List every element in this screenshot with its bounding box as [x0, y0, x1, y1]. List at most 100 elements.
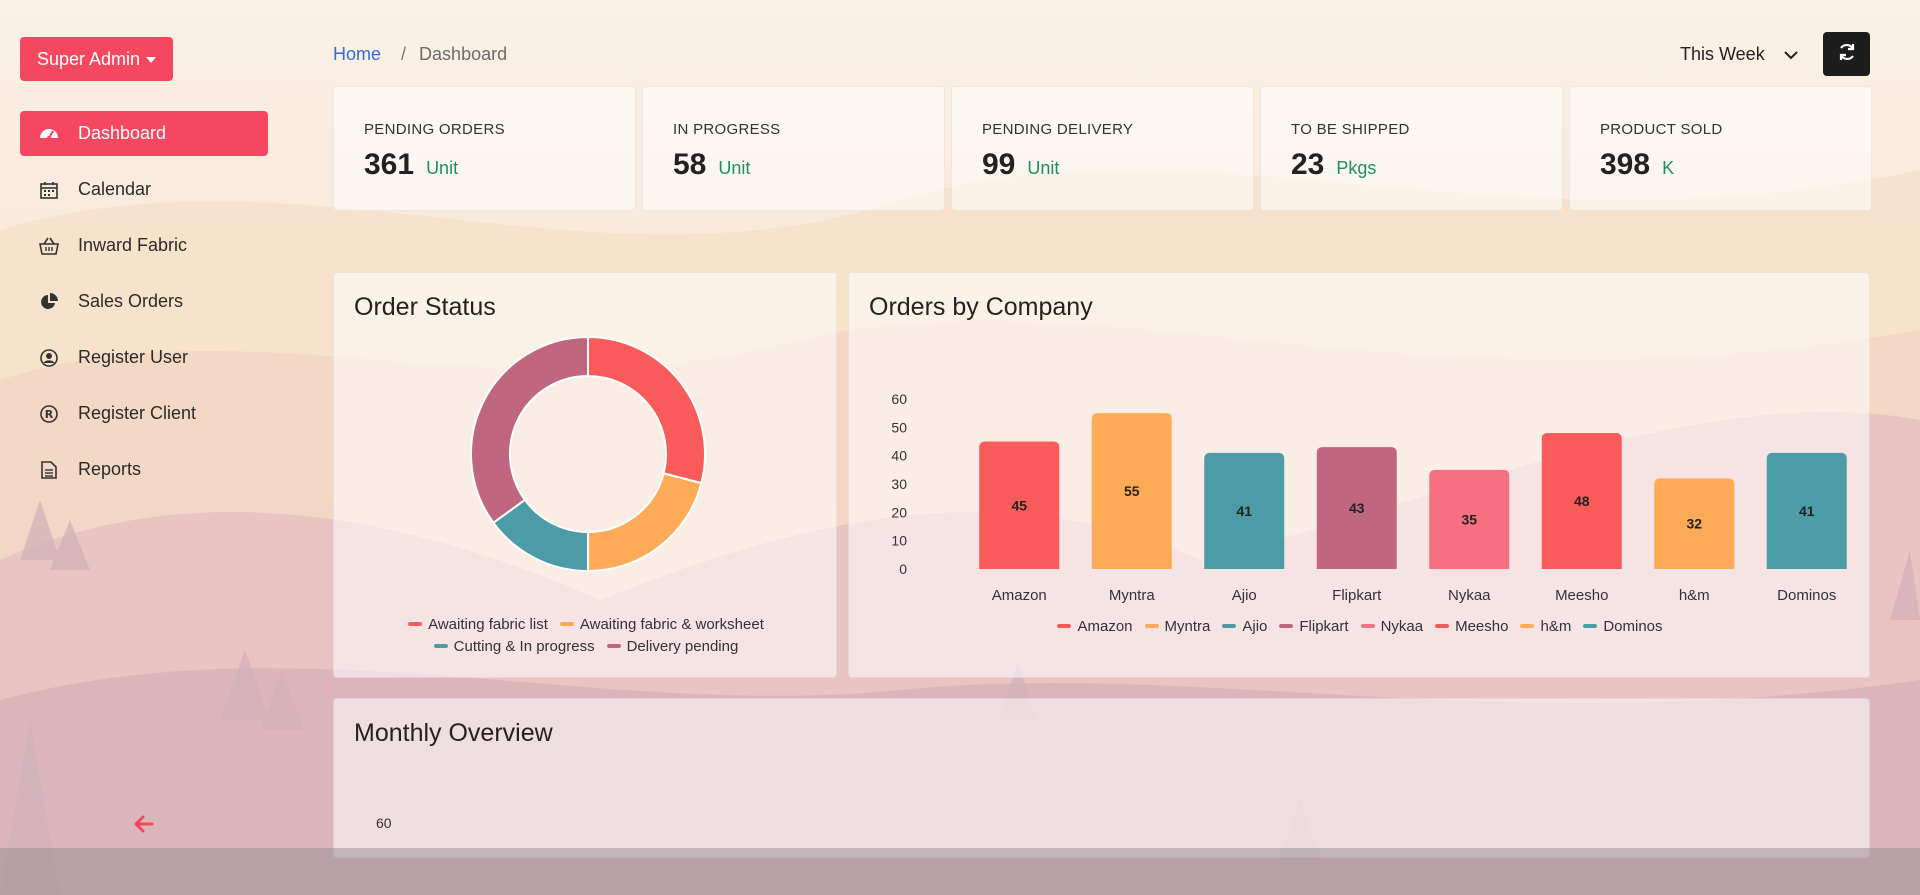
stat-unit: Unit [1027, 158, 1060, 178]
user-menu-button[interactable]: Super Admin [20, 37, 173, 81]
legend-swatch [1583, 624, 1598, 628]
sidebar-item-dashboard[interactable]: Dashboard [20, 111, 268, 156]
arrow-left-icon[interactable] [134, 814, 154, 834]
caret-down-icon [146, 57, 157, 63]
legend-item[interactable]: Cutting & In progress [433, 635, 595, 657]
legend-swatch [559, 622, 574, 626]
stat-unit: Unit [718, 158, 751, 178]
breadcrumb-separator: / [401, 44, 407, 64]
x-tick-label: Myntra [1109, 587, 1156, 604]
legend-item[interactable]: Delivery pending [606, 635, 739, 657]
stat-label: TO BE SHIPPED [1291, 121, 1410, 138]
legend-item[interactable]: Awaiting fabric list [408, 613, 548, 635]
legend-label: Amazon [1077, 617, 1133, 635]
legend-swatch [1222, 624, 1237, 628]
sidebar-item-label: Sales Orders [78, 291, 184, 311]
x-tick-label: Amazon [992, 587, 1047, 604]
calendar-icon [38, 179, 60, 201]
y-tick-label: 10 [891, 533, 907, 549]
legend-label: Cutting & In progress [453, 637, 595, 655]
x-tick-label: Dominos [1777, 587, 1836, 604]
legend-label: Dominos [1603, 617, 1663, 635]
bottom-band [0, 848, 1920, 895]
sidebar: Super Admin Dashboard Calendar Inward Fa… [0, 0, 290, 848]
sidebar-item-label: Register Client [78, 403, 197, 423]
sidebar-item-sales-orders[interactable]: Sales Orders [20, 279, 268, 324]
sidebar-item-register-client[interactable]: R Register Client [20, 391, 268, 436]
y-tick-label: 0 [899, 561, 907, 577]
legend-label: Meesho [1455, 617, 1509, 635]
orders-by-company-legend: Amazon Myntra Ajio Flipkart Nykaa Meesho h&m Do… [949, 615, 1771, 637]
bar-data-label: 32 [1686, 516, 1702, 532]
bar-data-label: 41 [1236, 503, 1252, 519]
sidebar-item-calendar[interactable]: Calendar [20, 167, 268, 212]
sidebar-item-reports[interactable]: Reports [20, 447, 268, 492]
sidebar-item-label: Reports [78, 459, 142, 479]
legend-swatch [408, 622, 423, 626]
donut-slice[interactable] [587, 472, 703, 573]
y-tick-label: 40 [891, 448, 907, 464]
stat-card-in-progress: IN PROGRESS 58 Unit [642, 86, 945, 211]
y-tick-label: 30 [891, 476, 907, 492]
x-tick-label: Meesho [1555, 587, 1608, 604]
breadcrumb-home-link[interactable]: Home [333, 44, 381, 65]
sidebar-item-label: Inward Fabric [78, 235, 188, 255]
legend-item[interactable]: h&m [1520, 615, 1571, 637]
orders-by-company-panel: Orders by Company 0 10 20 30 40 50 60 45 Amazon 5… [848, 272, 1870, 678]
legend-label: Delivery pending [626, 637, 739, 655]
legend-label: Awaiting fabric list [428, 615, 548, 633]
donut-slice[interactable] [470, 335, 589, 525]
donut-slice[interactable] [587, 335, 706, 485]
y-tick-label: 60 [891, 391, 907, 407]
refresh-icon [1838, 43, 1856, 66]
stat-unit: Unit [426, 158, 459, 178]
bar-data-label: 41 [1799, 503, 1815, 519]
legend-swatch [1520, 624, 1535, 628]
dashboard-icon [38, 123, 60, 145]
file-icon [38, 459, 60, 481]
y-tick-label: 50 [891, 419, 907, 435]
y-tick-label: 60 [376, 815, 392, 831]
stat-unit: Pkgs [1336, 158, 1377, 178]
stat-value: 361 [364, 148, 415, 181]
x-tick-label: h&m [1679, 587, 1710, 604]
monthly-overview-panel: Monthly Overview 60 [333, 698, 1870, 858]
sidebar-nav: Dashboard Calendar Inward Fabric Sales O… [20, 111, 268, 503]
orders-by-company-bar-chart: 0 10 20 30 40 50 60 45 Amazon 55 Myntra 41 Ajio 43 Fli… [891, 391, 1847, 604]
order-status-donut-chart [470, 335, 706, 573]
refresh-button[interactable] [1823, 32, 1870, 76]
stat-value: 23 [1291, 148, 1325, 181]
stat-label: IN PROGRESS [673, 121, 781, 138]
x-tick-label: Ajio [1232, 587, 1257, 604]
chevron-down-icon [1784, 44, 1798, 65]
legend-item[interactable]: Amazon [1057, 615, 1133, 637]
legend-label: Nykaa [1380, 617, 1424, 635]
legend-item[interactable]: Dominos [1583, 615, 1663, 637]
sidebar-item-register-user[interactable]: Register User [20, 335, 268, 380]
x-tick-label: Nykaa [1448, 587, 1491, 604]
stat-card-pending-delivery: PENDING DELIVERY 99 Unit [951, 86, 1254, 211]
legend-item[interactable]: Awaiting fabric & worksheet [559, 613, 764, 635]
stat-cards: PENDING ORDERS 361 Unit IN PROGRESS 58 Uni… [333, 86, 1872, 211]
legend-item[interactable]: Myntra [1144, 615, 1210, 637]
legend-item[interactable]: Nykaa [1360, 615, 1424, 637]
bar-data-label: 48 [1574, 493, 1590, 509]
period-select[interactable]: This Week [1670, 32, 1810, 76]
legend-swatch [606, 644, 621, 648]
legend-item[interactable]: Flipkart [1279, 615, 1349, 637]
stat-value: 398 [1600, 148, 1651, 181]
stat-value: 58 [673, 148, 707, 181]
legend-item[interactable]: Meesho [1435, 615, 1508, 637]
legend-item[interactable]: Ajio [1222, 615, 1267, 637]
period-select-value: This Week [1680, 43, 1765, 64]
y-tick-label: 20 [891, 504, 907, 520]
sidebar-item-inward-fabric[interactable]: Inward Fabric [20, 223, 268, 268]
legend-swatch [1279, 624, 1294, 628]
legend-swatch [1360, 624, 1375, 628]
user-menu-label: Super Admin [36, 48, 141, 69]
breadcrumb: Home / Dashboard [333, 44, 507, 65]
stat-value: 99 [982, 148, 1016, 181]
bar-data-label: 43 [1349, 500, 1365, 516]
x-tick-label: Flipkart [1332, 587, 1382, 604]
user-circle-icon [38, 347, 60, 369]
